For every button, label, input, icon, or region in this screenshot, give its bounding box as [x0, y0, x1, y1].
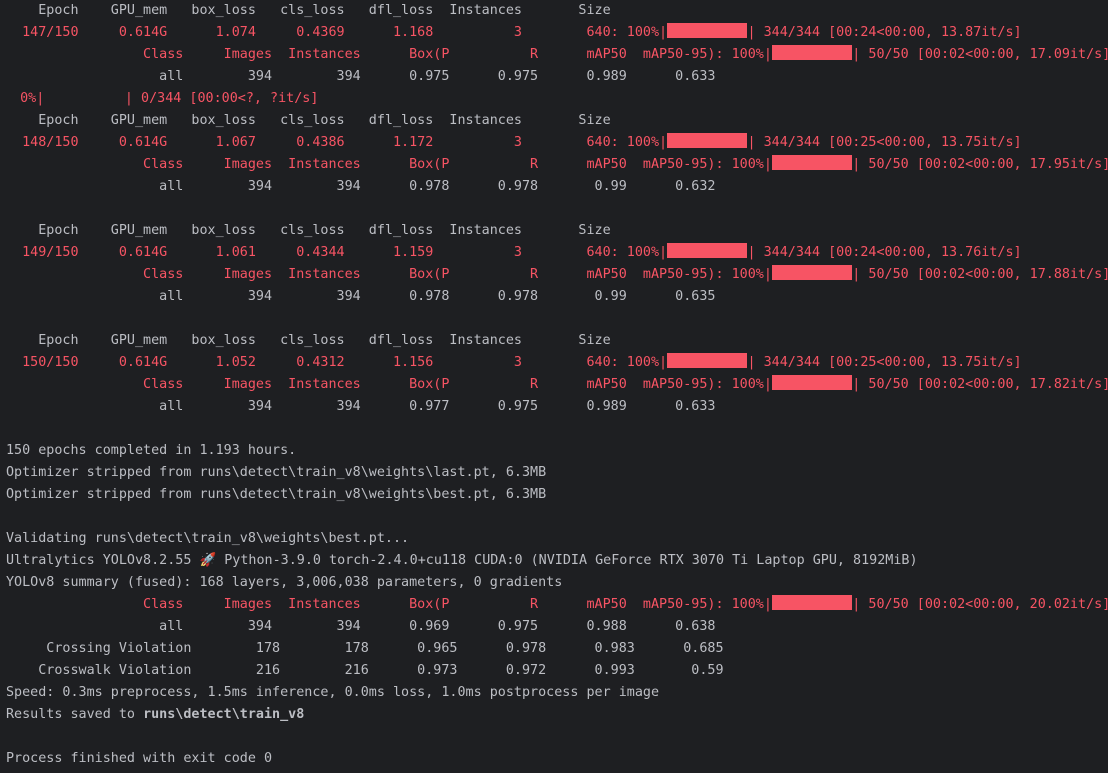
line-text: Class Images Instances Box(P R mAP50 mAP…: [6, 377, 772, 392]
console-line: Speed: 0.3ms preprocess, 1.5ms inference…: [6, 682, 1108, 704]
line-text: | 50/50 [00:02<00:00, 20.02it/s]: [852, 597, 1108, 612]
line-text: Epoch GPU_mem box_loss cls_loss dfl_loss…: [6, 223, 611, 238]
results-path[interactable]: runs\detect\train_v8: [143, 707, 304, 722]
line-text: 0%| | 0/344 [00:00<?, ?it/s]: [4, 91, 319, 106]
progress-bar-fill: [771, 375, 853, 390]
line-text: 147/150 0.614G 1.074 0.4369 1.168 3 640:…: [6, 25, 668, 40]
console-line: Ultralytics YOLOv8.2.55 🚀 Python-3.9.0 t…: [6, 550, 1108, 572]
progress-line: Class Images Instances Box(P R mAP50 mAP…: [6, 154, 1108, 176]
progress-bar-fill: [667, 23, 748, 38]
line-text: 150/150 0.614G 1.052 0.4312 1.156 3 640:…: [6, 355, 668, 370]
run-console-output[interactable]: Epoch GPU_mem box_loss cls_loss dfl_loss…: [6, 0, 1108, 770]
line-text: all 394 394 0.978 0.978 0.99 0.632: [6, 179, 716, 194]
progress-line: Class Images Instances Box(P R mAP50 mAP…: [6, 594, 1108, 616]
line-text: 150 epochs completed in 1.193 hours.: [6, 443, 297, 458]
console-line: all 394 394 0.978 0.978 0.99 0.632: [6, 176, 1108, 198]
console-line: all 394 394 0.969 0.975 0.988 0.638: [6, 616, 1108, 638]
line-text: YOLOv8 summary (fused): 168 layers, 3,00…: [6, 575, 563, 590]
line-text: | 344/344 [00:24<00:00, 13.87it/s]: [747, 25, 1022, 40]
console-line: Process finished with exit code 0: [6, 748, 1108, 770]
line-text: Crosswalk Violation 216 216 0.973 0.972 …: [6, 663, 724, 678]
console-line: Optimizer stripped from runs\detect\trai…: [6, 484, 1108, 506]
console-line: Crosswalk Violation 216 216 0.973 0.972 …: [6, 660, 1108, 682]
line-text: Speed: 0.3ms preprocess, 1.5ms inference…: [6, 685, 660, 700]
progress-bar-fill: [771, 265, 853, 280]
line-text: Epoch GPU_mem box_loss cls_loss dfl_loss…: [6, 333, 611, 348]
line-text: Class Images Instances Box(P R mAP50 mAP…: [6, 157, 772, 172]
progress-bar-fill: [771, 595, 853, 610]
console-line: Results saved to runs\detect\train_v8: [6, 704, 1108, 726]
line-text: Results saved to: [6, 707, 144, 722]
console-line: Epoch GPU_mem box_loss cls_loss dfl_loss…: [6, 220, 1108, 242]
line-text: 149/150 0.614G 1.061 0.4344 1.159 3 640:…: [6, 245, 668, 260]
line-text: Epoch GPU_mem box_loss cls_loss dfl_loss…: [6, 3, 611, 18]
line-text: all 394 394 0.969 0.975 0.988 0.638: [6, 619, 716, 634]
line-text: Process finished with exit code 0: [6, 751, 273, 766]
line-text: Class Images Instances Box(P R mAP50 mAP…: [6, 267, 772, 282]
line-text: all 394 394 0.977 0.975 0.989 0.633: [6, 399, 716, 414]
line-text: | 344/344 [00:25<00:00, 13.75it/s]: [747, 135, 1022, 150]
line-text: | 50/50 [00:02<00:00, 17.09it/s]: [852, 47, 1108, 62]
console-line: Epoch GPU_mem box_loss cls_loss dfl_loss…: [6, 330, 1108, 352]
line-text: Crossing Violation 178 178 0.965 0.978 0…: [6, 641, 724, 656]
progress-bar-fill: [667, 243, 748, 258]
line-text: | 50/50 [00:02<00:00, 17.88it/s]: [852, 267, 1108, 282]
console-line: 150 epochs completed in 1.193 hours.: [6, 440, 1108, 462]
line-text: | 344/344 [00:24<00:00, 13.76it/s]: [747, 245, 1022, 260]
console-line: all 394 394 0.978 0.978 0.99 0.635: [6, 286, 1108, 308]
line-text: all 394 394 0.978 0.978 0.99 0.635: [6, 289, 716, 304]
progress-line: Class Images Instances Box(P R mAP50 mAP…: [6, 264, 1108, 286]
progress-line: 148/150 0.614G 1.067 0.4386 1.172 3 640:…: [6, 132, 1108, 154]
progress-line: Class Images Instances Box(P R mAP50 mAP…: [6, 44, 1108, 66]
line-text: Optimizer stripped from runs\detect\trai…: [6, 465, 547, 480]
progress-bar-fill: [771, 155, 853, 170]
line-text: Validating runs\detect\train_v8\weights\…: [6, 531, 410, 546]
console-line: YOLOv8 summary (fused): 168 layers, 3,00…: [6, 572, 1108, 594]
console-line: Validating runs\detect\train_v8\weights\…: [6, 528, 1108, 550]
progress-bar-fill: [771, 45, 853, 60]
line-text: all 394 394 0.975 0.975 0.989 0.633: [6, 69, 716, 84]
line-text: Class Images Instances Box(P R mAP50 mAP…: [6, 597, 772, 612]
console-line: all 394 394 0.977 0.975 0.989 0.633: [6, 396, 1108, 418]
line-text: | 50/50 [00:02<00:00, 17.95it/s]: [852, 157, 1108, 172]
console-line: all 394 394 0.975 0.975 0.989 0.633: [6, 66, 1108, 88]
progress-line: 0%| | 0/344 [00:00<?, ?it/s]: [4, 88, 1108, 110]
line-text: Class Images Instances Box(P R mAP50 mAP…: [6, 47, 772, 62]
line-text: 148/150 0.614G 1.067 0.4386 1.172 3 640:…: [6, 135, 668, 150]
line-text: | 344/344 [00:25<00:00, 13.75it/s]: [747, 355, 1022, 370]
progress-bar-fill: [667, 133, 748, 148]
line-text: Optimizer stripped from runs\detect\trai…: [6, 487, 547, 502]
progress-bar-fill: [667, 353, 748, 368]
progress-line: 147/150 0.614G 1.074 0.4369 1.168 3 640:…: [6, 22, 1108, 44]
line-text: Ultralytics YOLOv8.2.55 🚀 Python-3.9.0 t…: [6, 553, 918, 568]
line-text: Epoch GPU_mem box_loss cls_loss dfl_loss…: [6, 113, 611, 128]
progress-line: Class Images Instances Box(P R mAP50 mAP…: [6, 374, 1108, 396]
console-line: Epoch GPU_mem box_loss cls_loss dfl_loss…: [6, 110, 1108, 132]
progress-line: 150/150 0.614G 1.052 0.4312 1.156 3 640:…: [6, 352, 1108, 374]
line-text: | 50/50 [00:02<00:00, 17.82it/s]: [852, 377, 1108, 392]
console-line: Crossing Violation 178 178 0.965 0.978 0…: [6, 638, 1108, 660]
progress-line: 149/150 0.614G 1.061 0.4344 1.159 3 640:…: [6, 242, 1108, 264]
console-line: Optimizer stripped from runs\detect\trai…: [6, 462, 1108, 484]
console-line: Epoch GPU_mem box_loss cls_loss dfl_loss…: [6, 0, 1108, 22]
